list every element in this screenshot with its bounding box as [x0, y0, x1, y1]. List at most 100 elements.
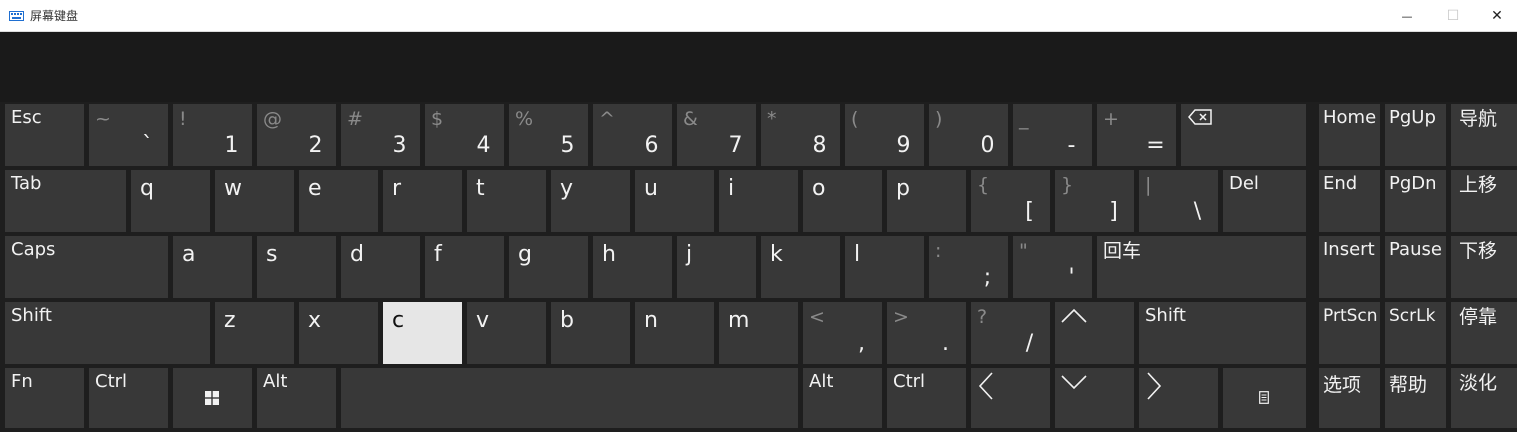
key-equals[interactable]: + =: [1097, 104, 1176, 166]
key-fn[interactable]: Fn: [5, 368, 84, 428]
key-2[interactable]: @2: [257, 104, 336, 166]
key-shift-left[interactable]: Shift: [5, 302, 210, 364]
key-alt-left[interactable]: Alt: [257, 368, 336, 428]
arrow-down-icon: [1061, 375, 1087, 390]
key-z[interactable]: z: [215, 302, 294, 364]
key-m[interactable]: m: [719, 302, 798, 364]
context-menu-icon: [1259, 391, 1269, 404]
key-slash[interactable]: ? /: [971, 302, 1050, 364]
key-f[interactable]: f: [425, 236, 504, 298]
key-enter[interactable]: 回车: [1097, 236, 1306, 298]
key-i[interactable]: i: [719, 170, 798, 232]
key-pause[interactable]: Pause: [1385, 236, 1446, 298]
key-d[interactable]: d: [341, 236, 420, 298]
key-g[interactable]: g: [509, 236, 588, 298]
key-l[interactable]: l: [845, 236, 924, 298]
key-move-up[interactable]: 上移: [1451, 170, 1517, 232]
key-c[interactable]: c: [383, 302, 462, 364]
shift-char: &: [683, 108, 698, 130]
key-t[interactable]: t: [467, 170, 546, 232]
key-menu[interactable]: [1223, 368, 1306, 428]
minimize-button[interactable]: —: [1384, 0, 1430, 32]
shift-char: ?: [977, 306, 988, 328]
key-fade[interactable]: 淡化: [1451, 368, 1517, 428]
key-backslash[interactable]: | \: [1139, 170, 1218, 232]
key-0[interactable]: ) 0: [929, 104, 1008, 166]
key-5[interactable]: % 5: [509, 104, 588, 166]
key-y[interactable]: y: [551, 170, 630, 232]
key-del[interactable]: Del: [1223, 170, 1306, 232]
key-s[interactable]: s: [257, 236, 336, 298]
key-h[interactable]: h: [593, 236, 672, 298]
key-shift-right[interactable]: Shift: [1139, 302, 1306, 364]
key-scrlk[interactable]: ScrLk: [1385, 302, 1446, 364]
key-v[interactable]: v: [467, 302, 546, 364]
key-6[interactable]: ^ 6: [593, 104, 672, 166]
key-backtick[interactable]: ~ `: [89, 104, 168, 166]
key-period[interactable]: >.: [887, 302, 966, 364]
key-n[interactable]: n: [635, 302, 714, 364]
key-quote[interactable]: " ': [1013, 236, 1092, 298]
key-p[interactable]: p: [887, 170, 966, 232]
key-alt-right[interactable]: Alt: [803, 368, 882, 428]
key-options[interactable]: 选项: [1319, 368, 1380, 428]
shift-char: >: [893, 306, 909, 328]
key-q[interactable]: q: [131, 170, 210, 232]
key-dock[interactable]: 停靠: [1451, 302, 1517, 364]
key-4[interactable]: $4: [425, 104, 504, 166]
key-label: n: [644, 308, 658, 333]
key-8[interactable]: * 8: [761, 104, 840, 166]
key-arrow-up[interactable]: [1055, 302, 1134, 364]
key-home[interactable]: Home: [1319, 104, 1380, 166]
key-windows[interactable]: [173, 368, 252, 428]
key-lbracket[interactable]: {[: [971, 170, 1050, 232]
key-9[interactable]: (9: [845, 104, 924, 166]
key-label: 上移: [1459, 174, 1498, 196]
key-help[interactable]: 帮助: [1385, 368, 1446, 428]
key-label: e: [308, 176, 322, 201]
key-k[interactable]: k: [761, 236, 840, 298]
key-caps[interactable]: Caps: [5, 236, 168, 298]
key-move-down[interactable]: 下移: [1451, 236, 1517, 298]
key-e[interactable]: e: [299, 170, 378, 232]
key-prtscn[interactable]: PrtScn: [1319, 302, 1380, 364]
key-label: 淡化: [1459, 372, 1498, 394]
close-button[interactable]: ✕: [1474, 0, 1517, 32]
key-esc[interactable]: Esc: [5, 104, 84, 166]
key-7[interactable]: & 7: [677, 104, 756, 166]
key-3[interactable]: #3: [341, 104, 420, 166]
key-r[interactable]: r: [383, 170, 462, 232]
key-semicolon[interactable]: :;: [929, 236, 1008, 298]
key-j[interactable]: j: [677, 236, 756, 298]
key-nav[interactable]: 导航: [1451, 104, 1517, 166]
key-u[interactable]: u: [635, 170, 714, 232]
key-comma[interactable]: <,: [803, 302, 882, 364]
key-b[interactable]: b: [551, 302, 630, 364]
key-1[interactable]: ! 1: [173, 104, 252, 166]
key-rbracket[interactable]: }]: [1055, 170, 1134, 232]
key-label: Insert: [1323, 239, 1375, 260]
key-ctrl-left[interactable]: Ctrl: [89, 368, 168, 428]
main-char: 6: [644, 133, 659, 158]
close-icon: ✕: [1491, 8, 1503, 24]
key-space[interactable]: [341, 368, 798, 428]
key-a[interactable]: a: [173, 236, 252, 298]
key-x[interactable]: x: [299, 302, 378, 364]
key-insert[interactable]: Insert: [1319, 236, 1380, 298]
key-pgdn[interactable]: PgDn: [1385, 170, 1446, 232]
shift-char: ~: [95, 108, 111, 130]
key-tab[interactable]: Tab: [5, 170, 126, 232]
key-label: b: [560, 308, 574, 333]
key-ctrl-right[interactable]: Ctrl: [887, 368, 966, 428]
key-arrow-right[interactable]: [1139, 368, 1218, 428]
key-pgup[interactable]: PgUp: [1385, 104, 1446, 166]
key-backspace[interactable]: [1181, 104, 1306, 166]
key-w[interactable]: w: [215, 170, 294, 232]
key-minus[interactable]: _ -: [1013, 104, 1092, 166]
key-arrow-left[interactable]: [971, 368, 1050, 428]
maximize-button[interactable]: ☐: [1430, 0, 1476, 32]
arrow-right-icon: [1147, 372, 1162, 400]
key-arrow-down[interactable]: [1055, 368, 1134, 428]
key-o[interactable]: o: [803, 170, 882, 232]
key-end[interactable]: End: [1319, 170, 1380, 232]
